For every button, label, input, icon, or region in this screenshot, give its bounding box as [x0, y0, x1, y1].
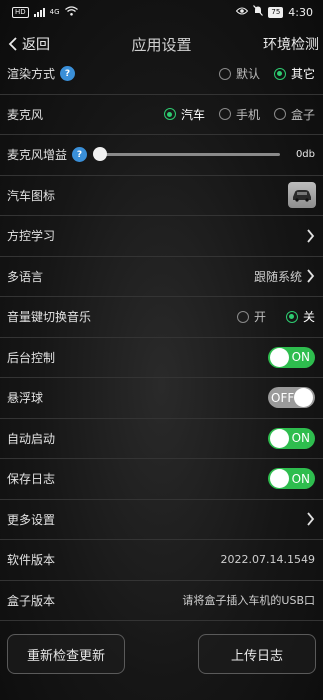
env-check-button[interactable]: 环境检测: [263, 34, 319, 54]
toggle-knob: [270, 469, 289, 489]
radio-mic-box[interactable]: 盒子: [273, 106, 315, 123]
radio-volume-on[interactable]: 开: [236, 308, 266, 325]
row-auto-start: 自动启动 ON: [0, 419, 323, 459]
help-icon[interactable]: ?: [60, 66, 76, 82]
software-version-value: 2022.07.14.1549: [220, 553, 315, 567]
radio-mic-car[interactable]: 汽车: [163, 106, 205, 123]
radio-label: 默认: [235, 67, 260, 82]
floating-ball-toggle[interactable]: OFF: [268, 387, 315, 409]
mic-gain-label: 麦克风增益: [7, 148, 68, 163]
auto-start-toggle[interactable]: ON: [268, 427, 315, 449]
toggle-knob: [270, 428, 289, 448]
radio-label: 手机: [235, 107, 260, 122]
status-right: 75 4:30: [236, 5, 313, 19]
background-label: 后台控制: [7, 350, 56, 365]
eye-icon: [236, 7, 249, 18]
battery-icon: 75: [268, 6, 284, 18]
car-icon-label: 汽车图标: [7, 188, 56, 203]
clock: 4:30: [288, 5, 313, 19]
box-version-label: 盒子版本: [7, 593, 56, 608]
help-icon[interactable]: ?: [72, 147, 88, 163]
upload-log-button[interactable]: 上传日志: [198, 634, 316, 674]
language-label: 多语言: [7, 269, 44, 284]
floating-ball-label: 悬浮球: [7, 391, 44, 406]
slider-thumb[interactable]: [93, 147, 108, 162]
mic-options: 汽车 手机 盒子: [163, 106, 315, 123]
car-icon[interactable]: [288, 182, 316, 209]
radio-circle-icon: [273, 108, 286, 121]
save-log-label: 保存日志: [7, 472, 56, 487]
toggle-text: OFF: [271, 390, 295, 405]
status-bar: HD 4G 75 4:30: [0, 0, 323, 24]
radio-mic-phone[interactable]: 手机: [218, 106, 260, 123]
chevron-right-icon: [307, 229, 315, 243]
settings-list: 渲染方式 ? 默认 其它 麦克风 汽车 手机 盒子 麦克风增益 ? 0db 汽车…: [0, 54, 323, 621]
language-value: 跟随系统: [253, 269, 302, 284]
toggle-text: ON: [291, 431, 310, 446]
software-version-label: 软件版本: [7, 553, 56, 568]
toggle-knob: [270, 347, 289, 367]
radio-circle-icon: [218, 67, 231, 80]
volume-key-options: 开 关: [236, 308, 315, 325]
row-floating-ball: 悬浮球 OFF: [0, 378, 323, 419]
radio-circle-icon: [236, 310, 249, 323]
radio-render-default[interactable]: 默认: [218, 65, 260, 82]
radio-label: 关: [302, 310, 315, 325]
render-mode-options: 默认 其它: [218, 65, 315, 82]
radio-render-other[interactable]: 其它: [273, 65, 315, 82]
radio-label: 其它: [290, 67, 315, 82]
signal-icon: [33, 7, 45, 17]
mic-gain-label-wrap: 麦克风增益 ?: [7, 146, 88, 163]
radio-circle-icon: [285, 310, 298, 323]
steering-label: 方控学习: [7, 229, 56, 244]
row-mic-gain: 麦克风增益 ? 0db: [0, 135, 323, 176]
row-save-log: 保存日志 ON: [0, 459, 323, 500]
toggle-knob: [294, 388, 313, 408]
row-car-icon[interactable]: 汽车图标: [0, 176, 323, 216]
hd-badge: HD: [12, 6, 29, 18]
language-value-wrap: 跟随系统: [254, 268, 315, 285]
status-left: HD 4G: [12, 5, 78, 19]
save-log-toggle[interactable]: ON: [268, 468, 315, 490]
radio-label: 开: [253, 310, 266, 325]
radio-circle-icon: [218, 108, 231, 121]
chevron-left-icon: [8, 37, 17, 51]
row-language[interactable]: 多语言 跟随系统: [0, 257, 323, 297]
volume-key-label: 音量键切换音乐: [7, 310, 92, 325]
render-mode-label: 渲染方式: [7, 67, 56, 82]
toggle-text: ON: [291, 350, 310, 365]
background-toggle[interactable]: ON: [268, 346, 315, 368]
mic-label: 麦克风: [7, 107, 44, 122]
network-label: 4G: [49, 8, 60, 16]
mute-bell-icon: [253, 5, 264, 19]
mic-gain-value: 0db: [295, 149, 315, 161]
row-volume-key: 音量键切换音乐 开 关: [0, 297, 323, 338]
footer-actions: 重新检查更新 上传日志: [7, 634, 316, 674]
chevron-right-icon: [307, 269, 315, 283]
row-steering-learn[interactable]: 方控学习: [0, 216, 323, 257]
chevron-right-icon: [307, 512, 315, 526]
radio-volume-off[interactable]: 关: [285, 308, 315, 325]
row-mic: 麦克风 汽车 手机 盒子: [0, 95, 323, 135]
radio-circle-icon: [163, 108, 176, 121]
row-software-version: 软件版本 2022.07.14.1549: [0, 540, 323, 581]
auto-start-label: 自动启动: [7, 431, 56, 446]
render-mode-label-wrap: 渲染方式 ?: [7, 65, 76, 82]
back-label: 返回: [22, 37, 50, 53]
box-version-value: 请将盒子插入车机的USB口: [182, 594, 315, 608]
radio-circle-icon: [273, 67, 286, 80]
mic-gain-slider[interactable]: [93, 147, 280, 162]
toggle-text: ON: [291, 471, 310, 486]
back-button[interactable]: 返回: [6, 34, 50, 54]
row-box-version: 盒子版本 请将盒子插入车机的USB口: [0, 581, 323, 621]
radio-label: 盒子: [290, 107, 315, 122]
row-render-mode: 渲染方式 ? 默认 其它: [0, 54, 323, 95]
recheck-update-button[interactable]: 重新检查更新: [7, 634, 125, 674]
more-settings-label: 更多设置: [7, 512, 56, 527]
wifi-icon: [64, 5, 78, 19]
row-background-control: 后台控制 ON: [0, 338, 323, 378]
radio-label: 汽车: [180, 107, 205, 122]
row-more-settings[interactable]: 更多设置: [0, 500, 323, 540]
mic-gain-slider-wrap: 0db: [93, 147, 315, 162]
